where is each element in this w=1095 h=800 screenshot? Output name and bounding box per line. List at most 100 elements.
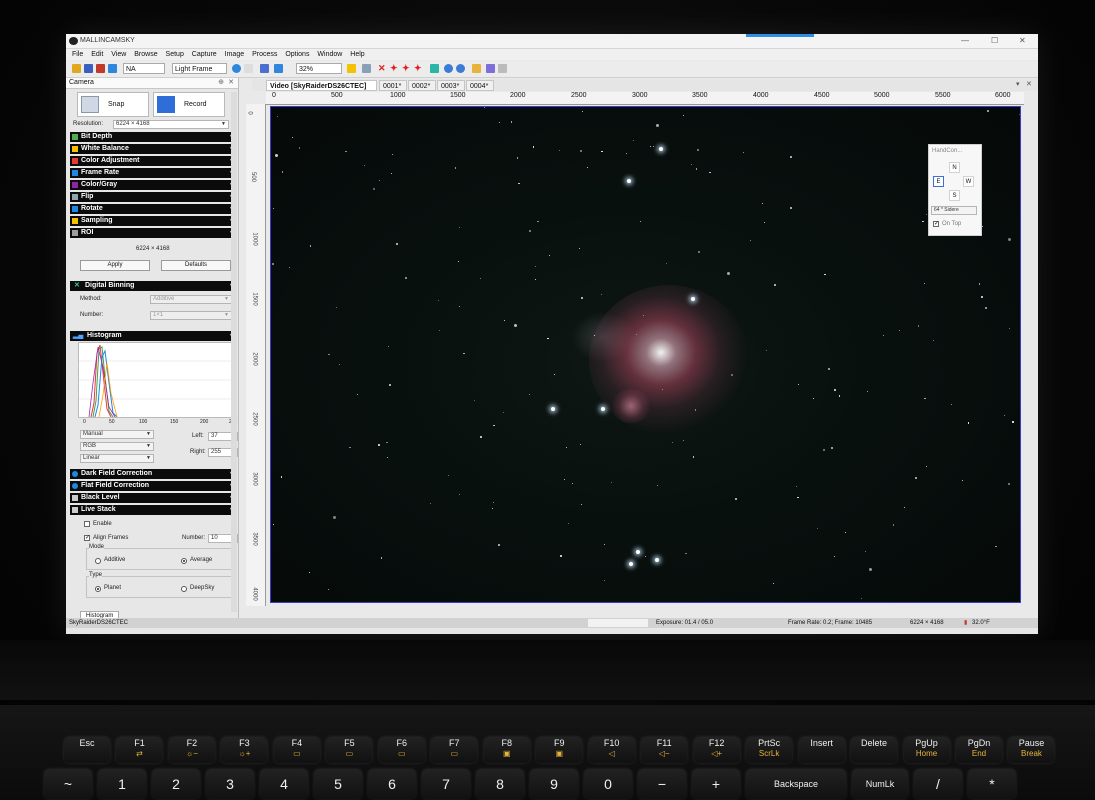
slew-speed-select[interactable]: 64 * Sidere xyxy=(931,206,977,215)
grid-icon[interactable] xyxy=(362,64,371,73)
menu-capture[interactable]: Capture xyxy=(192,49,217,60)
tab-video[interactable]: Video [SkyRaiderDS26CTEC] xyxy=(266,80,377,91)
panel-scrollbar[interactable] xyxy=(231,92,237,612)
minimize-button[interactable]: — xyxy=(961,36,969,45)
section-color-gray[interactable]: Color/Gray▾ xyxy=(70,180,236,190)
section-dark-field[interactable]: Dark Field Correction▾ xyxy=(70,469,236,479)
key-0[interactable]: ~ xyxy=(44,769,92,799)
menu-view[interactable]: View xyxy=(111,49,126,60)
defaults-button[interactable]: Defaults xyxy=(161,260,231,271)
section-frame-rate[interactable]: Frame Rate▾ xyxy=(70,168,236,178)
key-insert[interactable]: Insert xyxy=(798,737,845,763)
key-prtsc[interactable]: PrtSc ScrLk xyxy=(746,737,793,763)
key-f1[interactable]: F1 ⇄ xyxy=(116,737,163,763)
key-11[interactable]: − xyxy=(638,769,686,799)
planet-radio[interactable] xyxy=(95,586,101,592)
key-f2[interactable]: F2 ☼− xyxy=(168,737,215,763)
key-5[interactable]: 5 xyxy=(314,769,362,799)
marker-icon-2[interactable]: ✦ xyxy=(402,63,410,74)
record-icon[interactable] xyxy=(274,64,283,73)
key-14[interactable]: NumLk xyxy=(852,769,908,799)
section-bit-depth[interactable]: Bit Depth▾ xyxy=(70,132,236,142)
section-white-balance[interactable]: White Balance▾ xyxy=(70,144,236,154)
live-image-view[interactable] xyxy=(270,106,1021,603)
key-f3[interactable]: F3 ☼+ xyxy=(221,737,268,763)
tabs-menu-icon[interactable]: ▾ xyxy=(1016,80,1020,88)
method-select[interactable]: Additive ▼ xyxy=(150,295,232,304)
pin-icon[interactable]: ⊕ xyxy=(218,78,224,88)
key-f12[interactable]: F12 ◁+ xyxy=(693,737,740,763)
histogram-icon[interactable] xyxy=(430,64,439,73)
east-button[interactable]: E xyxy=(933,176,944,187)
histogram-channel-select[interactable]: RGB ▼ xyxy=(80,442,154,451)
key-f10[interactable]: F10 ◁ xyxy=(588,737,635,763)
tab-0002[interactable]: 0002* xyxy=(408,80,436,91)
menu-file[interactable]: File xyxy=(72,49,83,60)
enable-checkbox[interactable] xyxy=(84,521,90,527)
menu-help[interactable]: Help xyxy=(350,49,364,60)
histogram-graph[interactable] xyxy=(78,342,236,418)
record-button[interactable]: Record xyxy=(153,92,225,117)
maximize-button[interactable]: ☐ xyxy=(991,36,998,45)
deepsky-radio[interactable] xyxy=(181,586,187,592)
south-button[interactable]: S xyxy=(949,190,960,201)
key-f6[interactable]: F6 ▭ xyxy=(378,737,425,763)
key-6[interactable]: 6 xyxy=(368,769,416,799)
menu-process[interactable]: Process xyxy=(252,49,277,60)
key-f8[interactable]: F8 ▣ xyxy=(483,737,530,763)
info-icon[interactable] xyxy=(498,64,507,73)
west-button[interactable]: W xyxy=(963,176,974,187)
key-f11[interactable]: F11 ◁− xyxy=(641,737,688,763)
section-live-stack[interactable]: Live Stack▾ xyxy=(70,505,236,515)
key-9[interactable]: 9 xyxy=(530,769,578,799)
binning-number-select[interactable]: 1×1 ▼ xyxy=(150,311,232,320)
tab-0003[interactable]: 0003* xyxy=(437,80,465,91)
key-f7[interactable]: F7 ▭ xyxy=(431,737,478,763)
menu-setup[interactable]: Setup xyxy=(166,49,184,60)
open-folder-icon[interactable] xyxy=(72,64,81,73)
camera-icon[interactable] xyxy=(108,64,117,73)
settings-icon[interactable] xyxy=(472,64,481,73)
section-digital-binning[interactable]: ✕Digital Binning▾ xyxy=(70,281,236,291)
pointer-icon[interactable] xyxy=(244,64,253,73)
save-icon[interactable] xyxy=(84,64,93,73)
section-histogram[interactable]: ▂▄Histogram▾ xyxy=(70,331,236,341)
zoom-in-icon[interactable] xyxy=(444,64,453,73)
align-frames-checkbox[interactable]: ✓ xyxy=(84,535,90,541)
tab-0004[interactable]: 0004* xyxy=(466,80,494,91)
average-radio[interactable] xyxy=(181,558,187,564)
key-16[interactable]: * xyxy=(968,769,1016,799)
menu-options[interactable]: Options xyxy=(285,49,309,60)
key-pause[interactable]: Pause Break xyxy=(1008,737,1055,763)
north-button[interactable]: N xyxy=(949,162,960,173)
key-f9[interactable]: F9 ▣ xyxy=(536,737,583,763)
zoom-out-icon[interactable] xyxy=(456,64,465,73)
section-sampling[interactable]: Sampling▾ xyxy=(70,216,236,226)
key-15[interactable]: / xyxy=(914,769,962,799)
pause-icon[interactable] xyxy=(260,64,269,73)
resolution-select[interactable]: 6224 × 4168 ▼ xyxy=(113,120,229,129)
key-delete[interactable]: Delete xyxy=(851,737,898,763)
key-pgdn[interactable]: PgDn End xyxy=(955,737,1002,763)
crosshair-icon[interactable] xyxy=(347,64,356,73)
section-flat-field[interactable]: Flat Field Correction▾ xyxy=(70,481,236,491)
tabs-close-icon[interactable]: ✕ xyxy=(1026,80,1032,88)
marker-icon-1[interactable]: ✦ xyxy=(390,63,398,74)
stack-icon[interactable] xyxy=(486,64,495,73)
cross-icon-1[interactable]: ✕ xyxy=(378,63,386,74)
key-8[interactable]: 8 xyxy=(476,769,524,799)
histogram-mode-select[interactable]: Manual ▼ xyxy=(80,430,154,439)
section-flip[interactable]: Flip▾ xyxy=(70,192,236,202)
key-7[interactable]: 7 xyxy=(422,769,470,799)
key-4[interactable]: 4 xyxy=(260,769,308,799)
section-black-level[interactable]: Black Level▾ xyxy=(70,493,236,503)
additive-radio[interactable] xyxy=(95,558,101,564)
section-color-adjustment[interactable]: Color Adjustment▾ xyxy=(70,156,236,166)
marker-icon-3[interactable]: ✦ xyxy=(414,63,422,74)
menu-edit[interactable]: Edit xyxy=(91,49,103,60)
key-3[interactable]: 3 xyxy=(206,769,254,799)
menu-window[interactable]: Window xyxy=(317,49,342,60)
histogram-scale-select[interactable]: Linear ▼ xyxy=(80,454,154,463)
save-as-icon[interactable] xyxy=(96,64,105,73)
apply-button[interactable]: Apply xyxy=(80,260,150,271)
